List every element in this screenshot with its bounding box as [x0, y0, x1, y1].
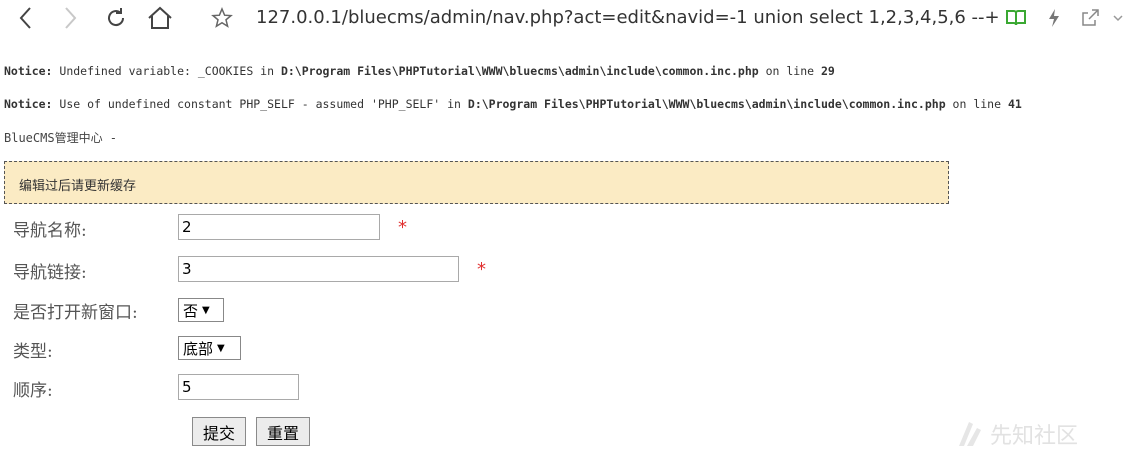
nav-link-input[interactable]	[178, 256, 459, 282]
notice-line: 29	[821, 64, 835, 78]
order-label: 顺序:	[13, 381, 53, 401]
submit-button[interactable]: 提交	[192, 417, 246, 446]
new-window-value: 否	[183, 301, 199, 320]
php-notice: Notice: Use of undefined constant PHP_SE…	[4, 97, 1022, 111]
share-menu-chevron-icon[interactable]	[1104, 4, 1132, 32]
reader-mode-icon[interactable]	[1002, 4, 1030, 32]
tip-box: 编辑过后请更新缓存	[4, 161, 949, 204]
type-value: 底部	[183, 339, 214, 358]
share-icon[interactable]	[1076, 4, 1104, 32]
order-input[interactable]	[178, 374, 299, 400]
notice-path: D:\Program Files\PHPTutorial\WWW\bluecms…	[467, 97, 946, 111]
page-title: BlueCMS管理中心 -	[4, 131, 118, 145]
nav-name-input[interactable]	[178, 214, 380, 240]
browser-toolbar: 127.0.0.1/bluecms/admin/nav.php?act=edit…	[0, 0, 1135, 40]
lightning-icon[interactable]	[1040, 4, 1068, 32]
notice-path: D:\Program Files\PHPTutorial\WWW\bluecms…	[280, 64, 759, 78]
required-mark: *	[398, 217, 407, 238]
type-label: 类型:	[13, 342, 53, 362]
reload-icon[interactable]	[102, 4, 130, 32]
new-window-select[interactable]: 否 ▼	[178, 298, 224, 322]
tip-text: 编辑过后请更新缓存	[19, 179, 137, 194]
notice-line: 41	[1007, 97, 1022, 111]
back-icon[interactable]	[12, 4, 40, 32]
dropdown-arrow-icon: ▼	[217, 342, 225, 354]
notice-line-label: on line	[945, 97, 1008, 111]
type-select[interactable]: 底部 ▼	[178, 336, 241, 360]
watermark-logo-icon	[953, 420, 983, 452]
required-mark: *	[477, 259, 486, 280]
nav-name-label: 导航名称:	[13, 221, 87, 241]
nav-link-label: 导航链接:	[13, 263, 87, 283]
notice-text: Use of undefined constant PHP_SELF - ass…	[52, 97, 468, 111]
bookmark-star-icon[interactable]	[208, 4, 236, 32]
new-window-label: 是否打开新窗口:	[13, 303, 138, 323]
notice-label: Notice:	[4, 97, 53, 111]
notice-label: Notice:	[4, 64, 53, 78]
watermark-text: 先知社区	[990, 424, 1079, 449]
dropdown-arrow-icon: ▼	[202, 304, 210, 316]
home-icon[interactable]	[146, 4, 174, 32]
forward-icon[interactable]	[56, 4, 84, 32]
php-notice: Notice: Undefined variable: _COOKIES in …	[4, 64, 835, 78]
reset-button[interactable]: 重置	[256, 417, 310, 446]
notice-line-label: on line	[758, 64, 821, 78]
notice-text: Undefined variable: _COOKIES in	[52, 64, 281, 78]
address-bar[interactable]: 127.0.0.1/bluecms/admin/nav.php?act=edit…	[256, 7, 1000, 28]
